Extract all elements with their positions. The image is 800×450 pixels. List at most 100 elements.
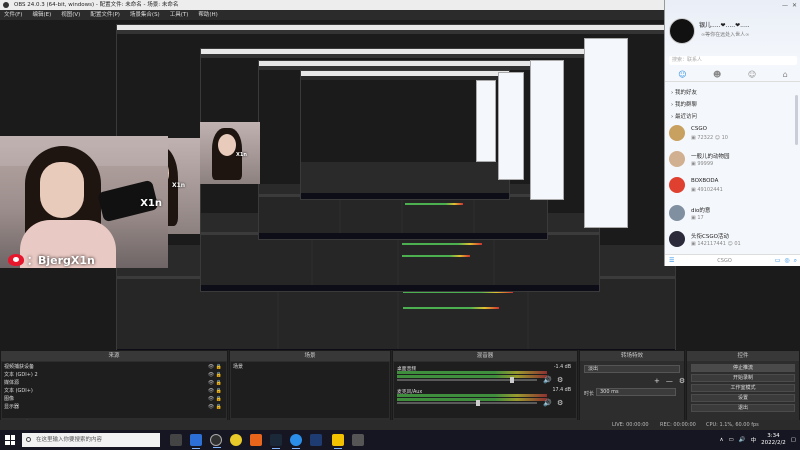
contact-avatar [669,205,685,221]
channel-meter [397,394,547,397]
qq-minimize-button[interactable]: — [782,2,788,9]
weibo-icon [8,254,24,266]
qq-footer-search-icon[interactable]: ⌕ [794,257,797,265]
qq-tab-home-icon[interactable]: ⌂ [783,70,788,79]
menu-edit[interactable]: 编辑(E) [32,10,51,20]
notification-icon[interactable]: ▢ [791,437,796,443]
tray-chevron-icon[interactable]: ∧ [719,437,723,443]
menu-profile[interactable]: 配置文件(P) [90,10,120,20]
studio-mode-button[interactable]: 工作室模式 [691,384,795,392]
remove-transition-button[interactable]: — [666,377,673,385]
source-visibility-lock-icons[interactable]: 👁 🔒 [208,372,222,379]
scenes-dock: 场景 场景 + — ∧ ∨ [229,350,391,430]
menu-view[interactable]: 视图(V) [61,10,80,20]
source-item[interactable]: 媒体源 👁 🔒 [4,380,224,387]
contact-avatar [669,231,685,247]
volume-slider[interactable] [397,402,537,404]
qq-group-friends[interactable]: › 我的好友 [671,88,697,96]
mixer-channel-mic: 麦克风/Aux 17.4 dB 🔊 ⚙ [397,388,573,407]
search-icon [26,437,31,442]
contact-name: BOXBODA [691,178,719,184]
mute-speaker-icon[interactable]: 🔊 [543,399,552,407]
sources-list: 视频捕获设备 👁 🔒 文本 (GDI+) 2 👁 🔒 媒体源 👁 🔒 文本 (G… [2,362,226,418]
stop-streaming-button[interactable]: 停止推流 [691,364,795,372]
menu-tools[interactable]: 工具(T) [170,10,189,20]
nested-meter [402,242,482,245]
menu-scene-collection[interactable]: 场景集合(S) [130,10,160,20]
qq-close-button[interactable]: ✕ [792,2,797,9]
tray-network-icon[interactable]: ▭ [729,437,734,443]
add-transition-button[interactable]: + [654,377,660,385]
qq-contact-item[interactable]: BOXBODA ▣ 49102441 [669,176,783,198]
source-item[interactable]: 文本 (GDI+) 👁 🔒 [4,388,224,395]
qq-contact-item[interactable]: dio的意 ▣ 17 [669,204,783,226]
source-item[interactable]: 图像 👁 🔒 [4,396,224,403]
folder-app-icon[interactable] [230,434,242,446]
qq-tab-messages-icon[interactable]: ☺ [678,70,686,79]
qq-signature[interactable]: ∞等你在远处入世人∞ [701,31,749,38]
source-item[interactable]: 视频捕获设备 👁 🔒 [4,364,224,371]
menu-help[interactable]: 帮助(H) [198,10,217,20]
transition-select[interactable]: 淡出 [584,365,680,373]
nested-meter [405,202,463,205]
menu-file[interactable]: 文件(F) [4,10,22,20]
windows-start-icon[interactable] [5,435,15,445]
qq-contact-item[interactable]: 一般儿的动物园 ▣ 99999 [669,150,783,172]
qq-group-chats[interactable]: › 我的群聊 [671,100,697,108]
channel-gear-icon[interactable]: ⚙ [557,399,563,407]
settings-button[interactable]: 设置 [691,394,795,402]
mute-speaker-icon[interactable]: 🔊 [543,376,552,384]
channel-db: 17.4 dB [552,388,571,393]
scene-item[interactable]: 场景 [233,364,387,371]
source-label: 显示器 [4,404,20,410]
qq-tab-space-icon[interactable]: ☺ [748,70,756,79]
source-visibility-lock-icons[interactable]: 👁 🔒 [208,364,222,371]
source-visibility-lock-icons[interactable]: 👁 🔒 [208,388,222,395]
obs-app-icon[interactable] [210,434,222,448]
tray-clock[interactable]: 3:34 2022/2/2 [761,433,786,447]
tray-language[interactable]: 中 [751,436,757,444]
nested-qq-window [498,72,524,180]
csgo-app-icon[interactable] [332,434,344,449]
taskbar-search-placeholder: 在这里输入你要搜索的内容 [36,437,103,443]
qq-app-icon[interactable] [290,434,302,449]
qq-contact-item[interactable]: CSGO ▣ 72322 ☺ 10 [669,124,783,146]
duration-input[interactable]: 300 ms [596,388,676,396]
task-view-icon[interactable] [170,434,182,446]
browser-app-icon[interactable] [190,434,202,449]
volume-slider-knob[interactable] [476,400,480,406]
start-recording-button[interactable]: 开始录制 [691,374,795,382]
game-app-icon[interactable] [250,434,262,446]
anchor-app-icon[interactable] [352,434,364,446]
nested-taskbar [301,193,509,199]
volume-slider-knob[interactable] [510,377,514,383]
webcam-feed: X1n [0,136,168,268]
transition-gear-icon[interactable]: ⚙ [679,377,685,385]
volume-slider[interactable] [397,379,537,381]
channel-gear-icon[interactable]: ⚙ [557,376,563,384]
nested-taskbar [201,285,599,291]
qq-group-recent[interactable]: › 最近访问 [671,112,697,120]
qq-footer-app-icon[interactable]: ◎ [784,257,789,265]
source-visibility-lock-icons[interactable]: 👁 🔒 [208,396,222,403]
source-item[interactable]: 显示器 👁 🔒 [4,404,224,411]
nested-qq-window [476,80,496,162]
exit-button[interactable]: 退出 [691,404,795,412]
clock-date: 2022/2/2 [761,440,786,446]
nested-meter [402,254,470,257]
source-item[interactable]: 文本 (GDI+) 2 👁 🔒 [4,372,224,379]
qq-search-input[interactable]: 搜索：联系人 [669,56,797,65]
steam-app-icon[interactable] [270,434,282,449]
qq-avatar[interactable] [669,18,695,44]
source-visibility-lock-icons[interactable]: 👁 🔒 [208,404,222,411]
tray-volume-icon[interactable]: 🔊 [739,437,746,443]
qq-tab-contacts-icon[interactable]: ☻ [713,70,721,79]
qq-footer-screen-icon[interactable]: ▭ [775,257,781,265]
taskbar-search-input[interactable]: 在这里输入你要搜索的内容 [22,433,160,447]
qq-contact-item[interactable]: 头衔CSGO活动 ▣ 142117441 ☺ 01 [669,230,783,252]
qq-scrollbar[interactable] [795,95,798,145]
source-label: 文本 (GDI+) [4,388,33,394]
app-icon[interactable] [310,434,322,446]
qq-main-menu-icon[interactable]: ☰ [669,257,674,264]
source-visibility-lock-icons[interactable]: 👁 🔒 [208,380,222,387]
